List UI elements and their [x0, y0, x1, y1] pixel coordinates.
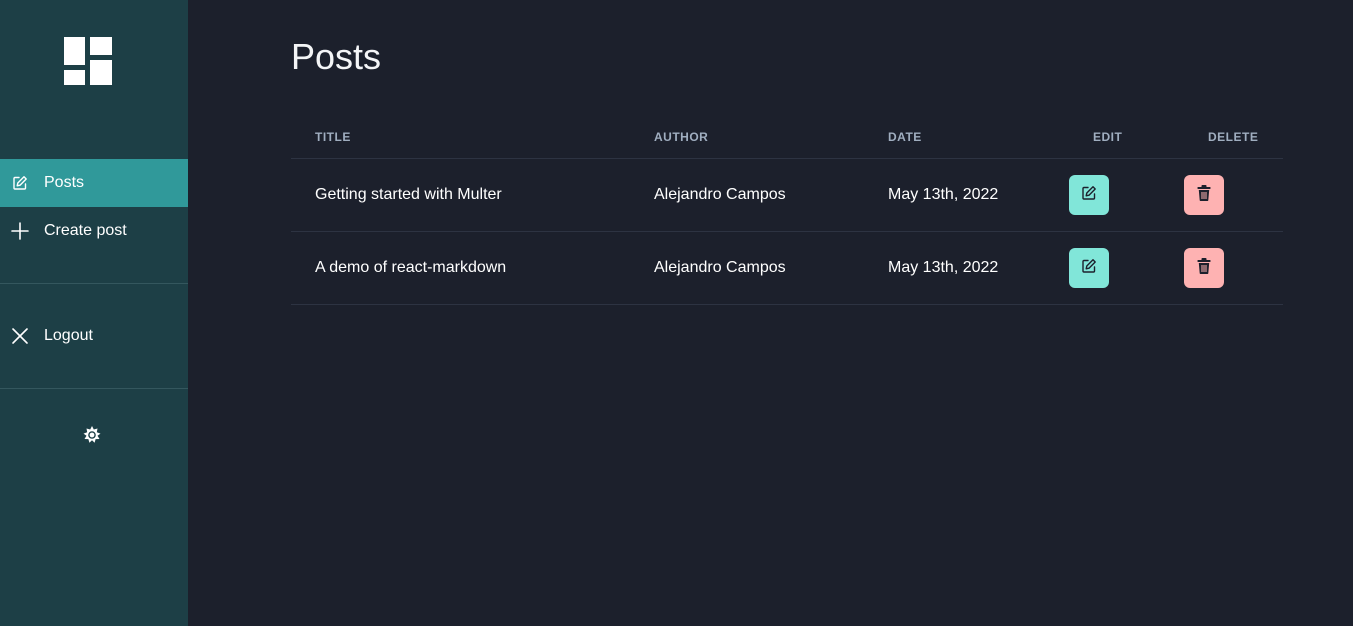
logout-label: Logout [44, 327, 93, 344]
nav-item-create-post[interactable]: Create post [0, 207, 188, 255]
nav-item-label: Posts [44, 174, 85, 191]
edit-post-button[interactable] [1069, 174, 1109, 215]
nav-item-posts[interactable]: Posts [0, 159, 188, 207]
edit-icon [10, 173, 30, 193]
post-author-cell: Alejandro Campos [630, 158, 864, 232]
edit-post-button[interactable] [1069, 247, 1109, 288]
table-header-row: TITLE AUTHOR DATE EDIT DELETE [291, 117, 1283, 159]
column-header-author: AUTHOR [630, 117, 864, 159]
post-title-cell: A demo of react-markdown [291, 231, 630, 305]
delete-cell [1184, 158, 1283, 232]
sidebar-divider [0, 388, 188, 389]
sun-icon [83, 425, 101, 449]
trash-icon [1197, 185, 1211, 204]
plus-icon [10, 221, 30, 241]
sidebar-divider [0, 283, 188, 284]
post-date-cell: May 13th, 2022 [864, 158, 1069, 232]
close-icon [10, 326, 30, 346]
post-title-cell: Getting started with Multer [291, 158, 630, 232]
delete-post-button[interactable] [1184, 174, 1224, 215]
nav-item-label: Create post [44, 222, 127, 239]
edit-icon [1081, 258, 1097, 277]
delete-post-button[interactable] [1184, 247, 1224, 288]
delete-cell [1184, 231, 1283, 305]
page-title: Posts [291, 36, 382, 77]
column-header-edit: EDIT [1069, 117, 1184, 159]
dashboard-logo-icon[interactable] [64, 37, 112, 85]
column-header-title: TITLE [291, 117, 630, 159]
table-row: Getting started with Multer Alejandro Ca… [291, 158, 1283, 232]
theme-toggle-button[interactable] [82, 425, 102, 449]
edit-cell [1069, 158, 1184, 232]
column-header-delete: DELETE [1184, 117, 1283, 159]
edit-cell [1069, 231, 1184, 305]
trash-icon [1197, 258, 1211, 277]
edit-icon [1081, 185, 1097, 204]
posts-table: TITLE AUTHOR DATE EDIT DELETE Getting st… [291, 117, 1283, 305]
post-date-cell: May 13th, 2022 [864, 231, 1069, 305]
post-author-cell: Alejandro Campos [630, 231, 864, 305]
logout-button[interactable]: Logout [0, 312, 188, 360]
column-header-date: DATE [864, 117, 1069, 159]
table-row: A demo of react-markdown Alejandro Campo… [291, 231, 1283, 305]
sidebar: Posts Create post Logout [0, 0, 188, 626]
main-content: Posts TITLE AUTHOR DATE EDIT DELETE Gett… [188, 0, 1353, 626]
